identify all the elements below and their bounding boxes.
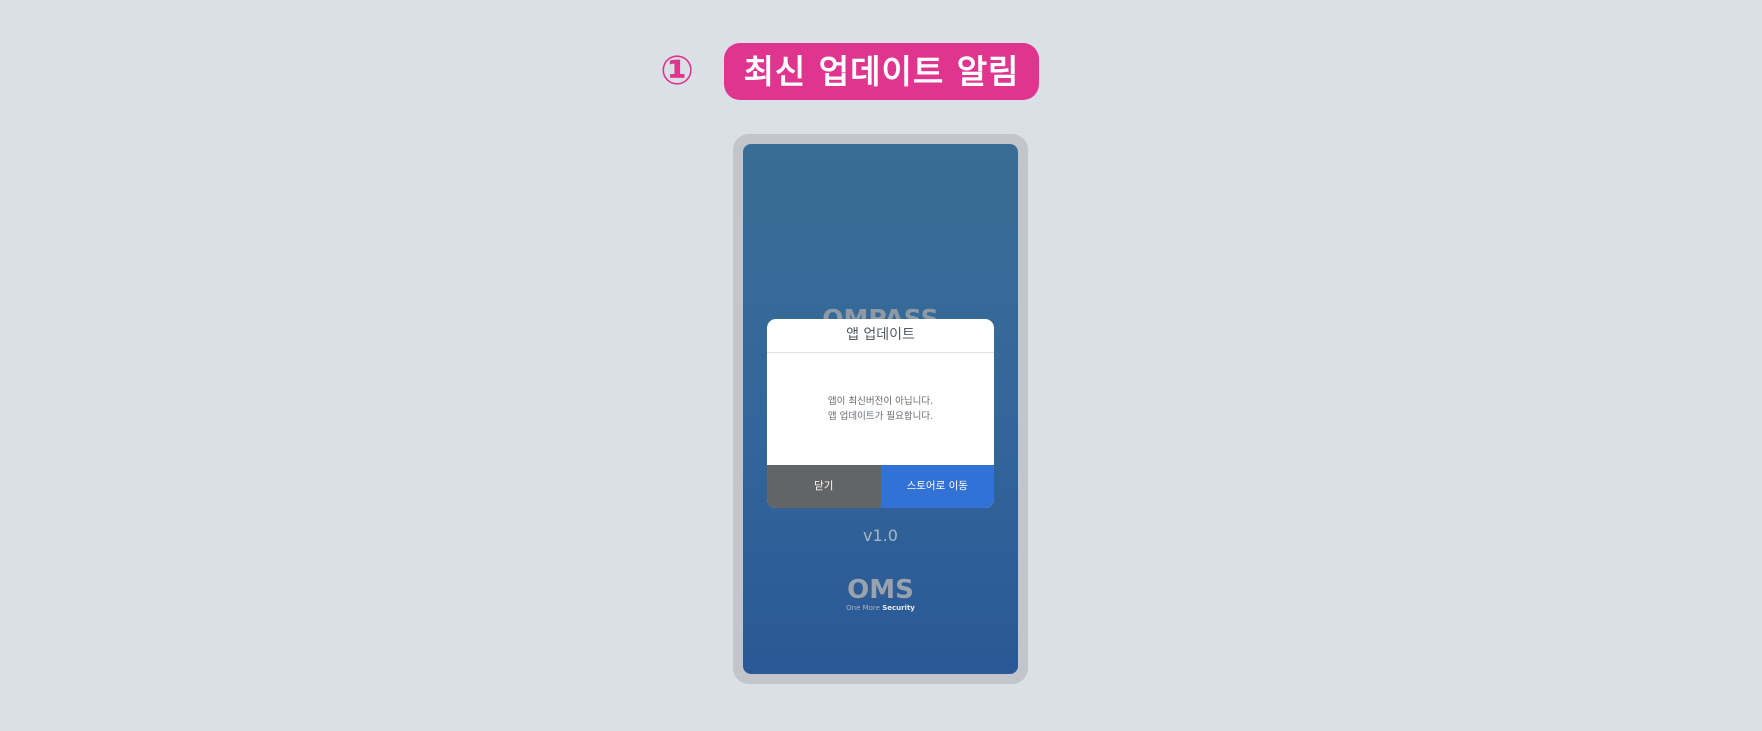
dialog-body: 앱이 최신버전이 아닙니다. 앱 업데이트가 필요합니다. [767,353,994,465]
version-label: v1.0 [863,526,898,545]
company-tagline: One More Security [743,604,1018,613]
phone-frame: OMPASS v1.0 OMS One More Security 앱 업데이트… [733,134,1028,684]
dialog-buttons: 닫기 스토어로 이동 [767,465,994,508]
dialog-title: 앱 업데이트 [767,319,994,353]
close-button[interactable]: 닫기 [767,465,881,508]
step-number-badge: ① [660,48,694,94]
company-tagline-bold: Security [882,604,915,612]
company-tagline-prefix: One More [846,604,883,612]
dialog-message-line-2: 앱 업데이트가 필요합니다. [827,411,934,422]
app-splash-screen: OMPASS v1.0 OMS One More Security 앱 업데이트… [743,144,1018,674]
dialog-message-line-1: 앱이 최신버전이 아닙니다. [827,396,934,407]
company-logo: OMS One More Security [743,576,1018,613]
go-to-store-button[interactable]: 스토어로 이동 [880,465,994,508]
update-dialog: 앱 업데이트 앱이 최신버전이 아닙니다. 앱 업데이트가 필요합니다. 닫기 … [767,319,994,508]
page-title: 최신 업데이트 알림 [724,43,1039,100]
company-logo-mark: OMS [847,575,914,605]
